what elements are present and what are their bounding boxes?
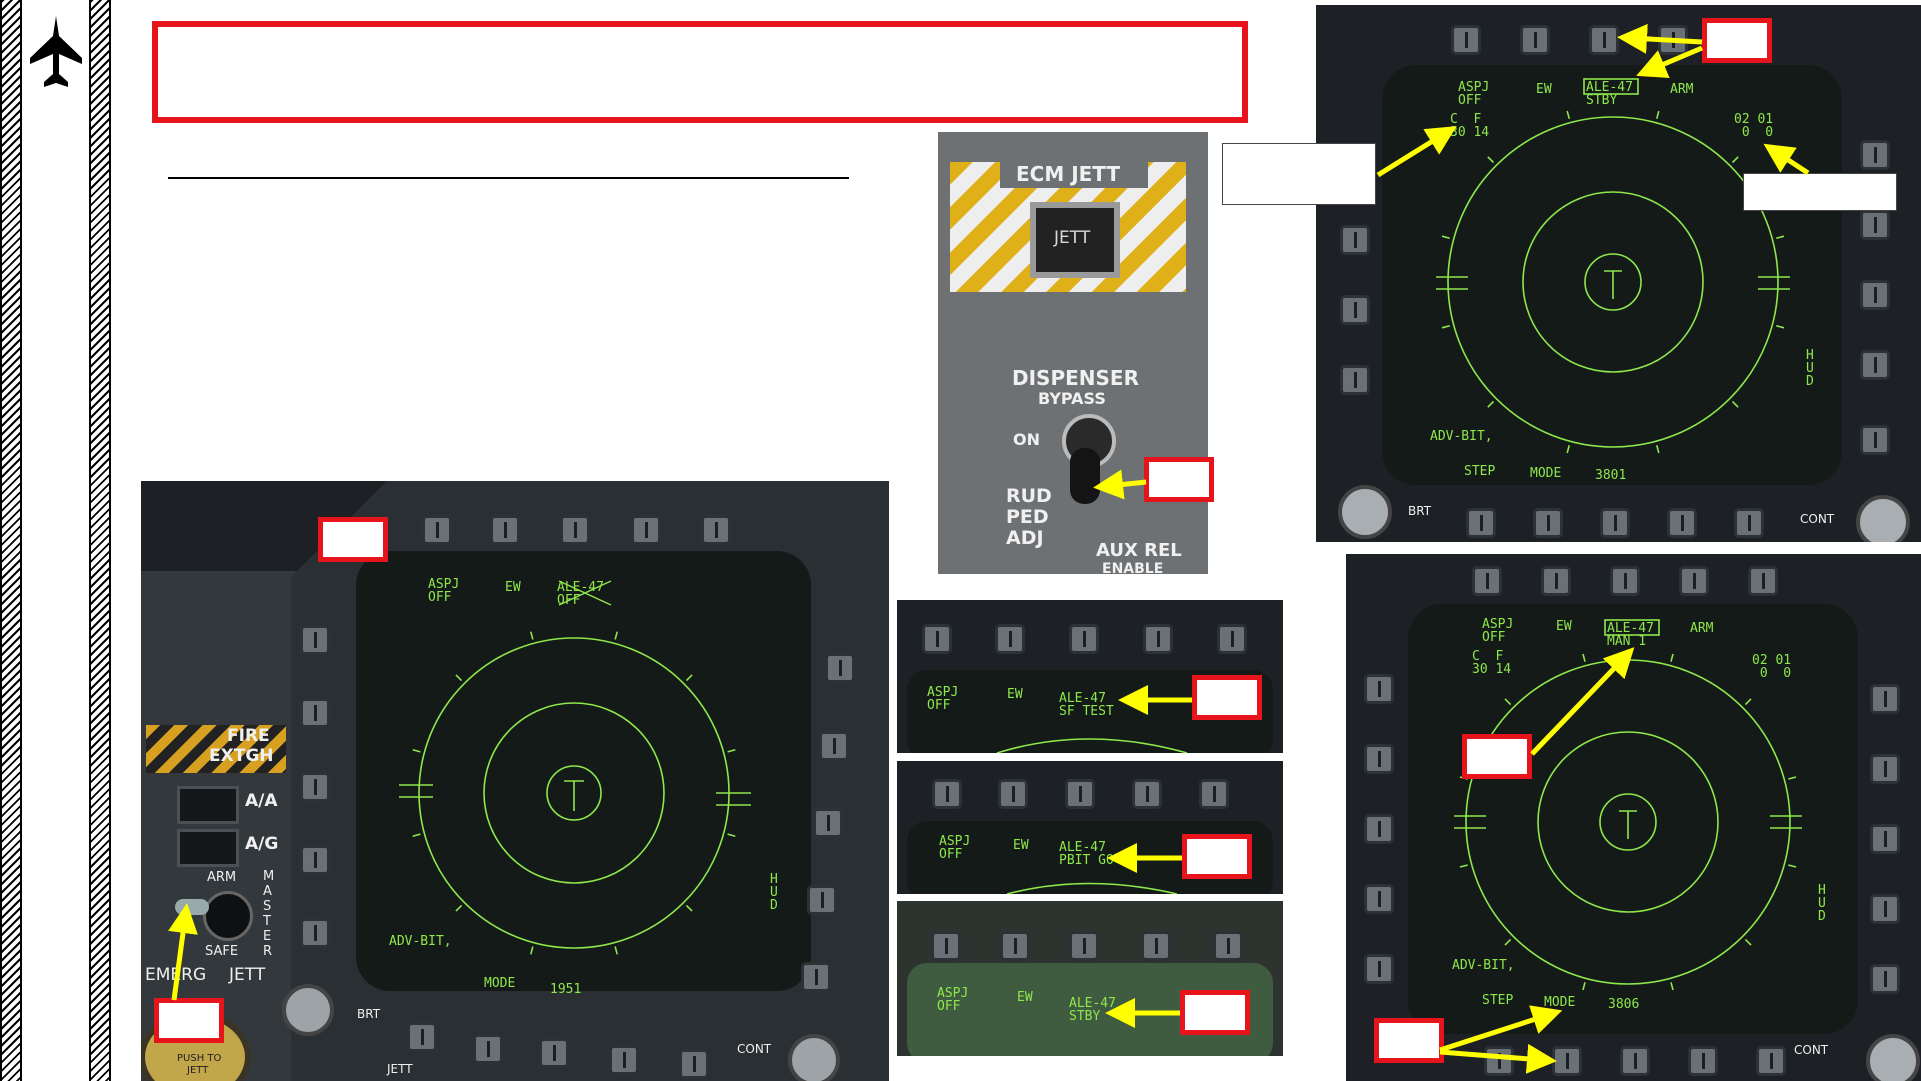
strip3-osb-4[interactable]	[1141, 931, 1171, 961]
strip3-ale47-label: ALE-47 STBY	[1069, 996, 1116, 1024]
scope-tick	[1670, 653, 1674, 662]
br-mode-value: 3806	[1608, 997, 1640, 1012]
scope-tick	[1776, 324, 1785, 329]
ecm-jett-button-label: JETT	[1054, 228, 1091, 248]
callout-chaff-flare	[1222, 143, 1376, 205]
callout-ale47-stby	[1702, 18, 1772, 63]
top-right-mfd-photo: BRT CONT ASPJ OFF EW ALE-47 STBY ARM C F…	[1316, 5, 1921, 542]
callout-ale47-man1	[1462, 734, 1532, 779]
scope-tick	[1788, 776, 1797, 780]
ecm-jett-panel-photo: ECM JETT JETT DISPENSER BYPASS ON RUD PE…	[938, 132, 1208, 574]
strip3-osb-1[interactable]	[931, 931, 961, 961]
callout-stby	[1180, 990, 1250, 1035]
scope-tick	[1566, 110, 1571, 119]
rud-label: RUD	[1006, 485, 1052, 507]
mode-value: 1951	[550, 982, 582, 997]
scope-tick	[1504, 698, 1512, 706]
scope-tick	[1744, 698, 1752, 706]
tr-mode-value: 3801	[1595, 468, 1627, 483]
br-cf-label: C F 30 14	[1472, 649, 1512, 677]
callout-sf-test	[1192, 675, 1262, 720]
callout-pbit-go	[1182, 834, 1252, 879]
strip3-osb-5[interactable]	[1213, 931, 1243, 961]
br-hud-label: H U D	[1818, 883, 1826, 924]
tr-aspj-label: ASPJ OFF	[1458, 80, 1490, 108]
hud-label: H U D	[770, 872, 778, 913]
tr-arm-label: ARM	[1670, 82, 1694, 97]
enable-label: ENABLE	[1102, 561, 1164, 574]
br-mode-label: MODE	[1544, 995, 1576, 1010]
scope-tick	[1655, 110, 1660, 119]
br-ew-label: EW	[1556, 619, 1572, 634]
ale47-off-cross	[558, 580, 612, 606]
callout-counts	[1743, 173, 1897, 211]
dispenser-bypass-toggle[interactable]	[1070, 448, 1100, 504]
br-step-label: STEP	[1482, 993, 1514, 1008]
br-ale47-label: ALE-47 MAN 1	[1607, 621, 1654, 649]
br-arm-label: ARM	[1690, 621, 1714, 636]
scope-tick	[1504, 938, 1512, 946]
scope-tick	[1655, 445, 1660, 454]
strip3-ew-label: EW	[1017, 990, 1033, 1005]
scope-tick	[1731, 156, 1739, 164]
scope-tick	[1487, 156, 1495, 164]
tr-counts-label: 02 01 0 0	[1734, 112, 1774, 140]
scope-tick	[1566, 445, 1571, 454]
main-mfd-photo: FIRE EXTGH A/A A/G ARM SAFE MASTER EMERG…	[141, 481, 889, 1081]
on-label: ON	[1013, 430, 1040, 449]
br-counts-label: 02 01 0 0	[1752, 653, 1792, 681]
bypass-label: BYPASS	[1038, 389, 1106, 408]
br-aspj-label: ASPJ OFF	[1482, 617, 1514, 645]
adv-bit-label: ADV-BIT,	[389, 934, 452, 949]
slide-title	[158, 27, 1242, 67]
callout-master-arm	[154, 998, 224, 1043]
strip3-aspj-label: ASPJ OFF	[937, 986, 969, 1014]
scope-tick	[1487, 400, 1495, 408]
slide-title-box	[152, 21, 1248, 123]
scope-tick	[1441, 324, 1450, 329]
aux-rel-label: AUX REL	[1096, 540, 1182, 561]
scope-tick	[1459, 864, 1468, 868]
dispenser-label: DISPENSER	[1012, 366, 1139, 390]
strip3-osb-3[interactable]	[1069, 931, 1099, 961]
scope-tick	[1582, 653, 1586, 662]
scope-tick	[1788, 864, 1797, 868]
scope-tick	[1582, 982, 1586, 991]
tr-ale47-label: ALE-47 STBY	[1586, 80, 1633, 108]
sidebar-stripe-left	[0, 0, 22, 1081]
callout-dispenser-bypass	[1144, 457, 1214, 502]
tr-adv-bit-label: ADV-BIT,	[1430, 429, 1493, 444]
scope-tick	[1670, 982, 1674, 991]
sidebar-stripe-right	[89, 0, 111, 1081]
scope-tick	[1776, 235, 1785, 240]
strip3-osb-2[interactable]	[1000, 931, 1030, 961]
ecm-jett-header: ECM JETT	[1016, 162, 1121, 186]
subtitle-underline	[168, 177, 849, 179]
scope-tick	[1744, 938, 1752, 946]
tr-mode-label: MODE	[1530, 466, 1562, 481]
scope-tick	[1441, 235, 1450, 240]
bottom-right-mfd-photo: CONT ASPJ OFF EW ALE-47 MAN 1 ARM C F 30…	[1346, 554, 1921, 1081]
jet-silhouette-icon	[28, 14, 84, 94]
tr-ew-label: EW	[1536, 82, 1552, 97]
ped-label: PED	[1006, 506, 1049, 528]
tr-step-label: STEP	[1464, 464, 1496, 479]
scope-tick	[1731, 400, 1739, 408]
br-adv-bit-label: ADV-BIT,	[1452, 958, 1515, 973]
mode-label: MODE	[484, 976, 516, 991]
tr-hud-label: H U D	[1806, 348, 1814, 389]
callout-mode-step	[1374, 1018, 1444, 1063]
callout-main-top	[318, 517, 388, 562]
adj-label: ADJ	[1006, 527, 1044, 549]
tr-cf-label: C F 30 14	[1450, 112, 1490, 140]
